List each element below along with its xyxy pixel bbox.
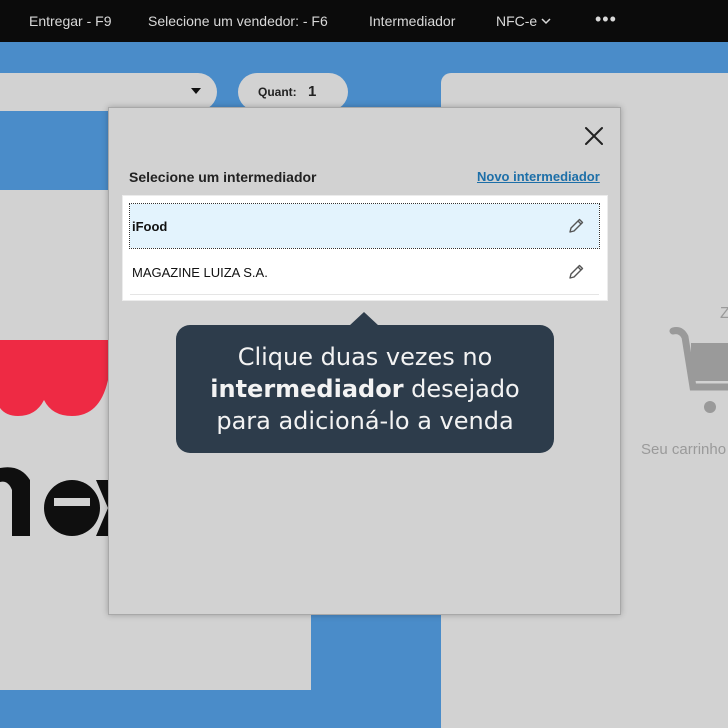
shopping-cart-icon (669, 327, 728, 413)
cart-empty-text: Seu carrinho (641, 441, 727, 458)
select-seller-button[interactable]: Selecione um vendedor: - F6 (148, 13, 328, 29)
brand-logo (0, 340, 120, 536)
tooltip-line-2: intermediador desejado (176, 373, 554, 405)
close-icon[interactable] (583, 125, 605, 147)
tooltip-line-1: Clique duas vezes no (237, 343, 493, 371)
top-bar: Entregar - F9 Selecione um vendedor: - F… (0, 0, 728, 42)
cart-partial-text: Z (720, 305, 728, 322)
invoice-type-dropdown[interactable]: NFC-e (496, 13, 551, 29)
tooltip-line-2-rest: desejado (403, 375, 520, 403)
quantity-value: 1 (308, 83, 317, 100)
modal-title: Selecione um intermediador (129, 169, 317, 185)
intermediary-name: iFood (132, 219, 168, 234)
tooltip-arrow (349, 312, 379, 326)
invoice-type-label: NFC-e (496, 13, 538, 29)
more-options-icon[interactable]: ••• (595, 9, 617, 30)
tooltip-line-3: para adicioná-lo a venda (216, 407, 514, 435)
chevron-down-icon (541, 18, 551, 25)
deliver-button[interactable]: Entregar - F9 (29, 13, 111, 29)
intermediary-name: MAGAZINE LUIZA S.A. (132, 265, 268, 280)
pencil-icon[interactable] (567, 263, 585, 281)
product-panel-gap (0, 110, 108, 190)
tooltip-emphasis: intermediador (210, 375, 404, 403)
product-search-select[interactable] (0, 73, 217, 111)
quantity-field[interactable]: Quant: 1 (238, 73, 348, 111)
caret-down-icon (191, 88, 201, 94)
help-tooltip: Clique duas vezes no intermediador desej… (176, 312, 554, 453)
tooltip-text: Clique duas vezes no intermediador desej… (176, 341, 554, 437)
intermediary-button[interactable]: Intermediador (369, 13, 455, 29)
list-item[interactable]: MAGAZINE LUIZA S.A. (130, 250, 599, 295)
quantity-label: Quant: (258, 85, 297, 99)
intermediary-list: iFood MAGAZINE LUIZA S.A. (123, 196, 607, 300)
list-item[interactable]: iFood (129, 203, 600, 249)
pencil-icon[interactable] (567, 217, 585, 235)
new-intermediary-link[interactable]: Novo intermediador (477, 169, 600, 184)
